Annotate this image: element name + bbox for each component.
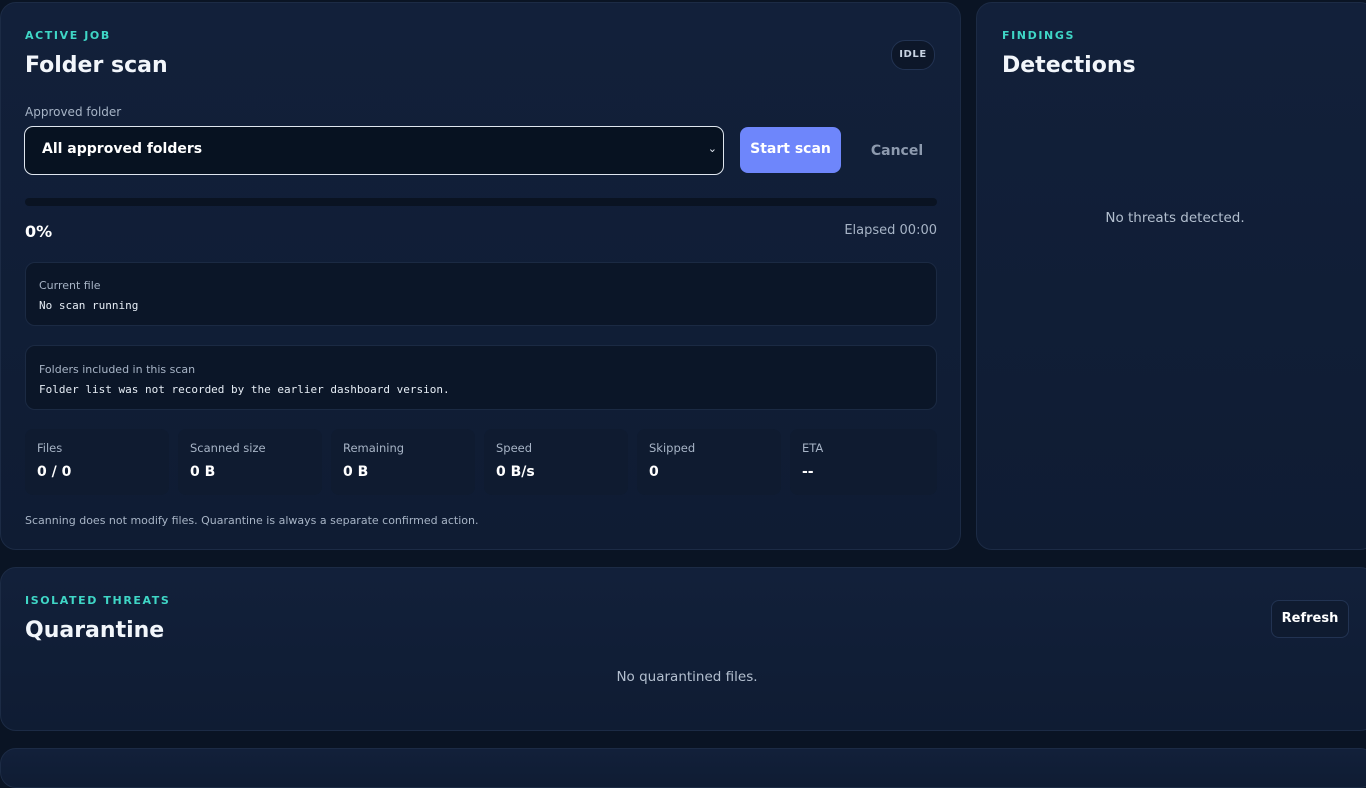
folder-select[interactable]: All approved folders ⌄: [24, 126, 724, 175]
stat-label: Remaining: [343, 441, 405, 455]
detections-card: FINDINGS Detections No threats detected.: [976, 2, 1366, 550]
findings-title: Detections: [1002, 53, 1136, 78]
progress-percent: 0%: [25, 222, 53, 241]
stat-value: --: [802, 464, 814, 480]
stat-value: 0 B/s: [496, 464, 535, 480]
quarantine-title: Quarantine: [25, 618, 165, 643]
elapsed-time: Elapsed 00:00: [844, 223, 937, 238]
current-file-label: Current file: [39, 279, 101, 292]
stat-value: 0: [649, 464, 659, 480]
findings-eyebrow: FINDINGS: [1002, 29, 1075, 42]
quarantine-eyebrow: ISOLATED THREATS: [25, 594, 171, 607]
stat-remaining: Remaining 0 B: [331, 429, 475, 495]
scan-eyebrow: ACTIVE JOB: [25, 29, 111, 42]
current-file-value: No scan running: [39, 299, 139, 312]
status-badge: IDLE: [891, 40, 935, 70]
refresh-button[interactable]: Refresh: [1271, 600, 1349, 638]
stat-scanned-size: Scanned size 0 B: [178, 429, 322, 495]
next-section-card: [0, 748, 1366, 788]
stat-files: Files 0 / 0: [25, 429, 169, 495]
folder-scan-card: ACTIVE JOB Folder scan IDLE Approved fol…: [0, 2, 961, 550]
chevron-down-icon: ⌄: [707, 142, 717, 155]
stat-skipped: Skipped 0: [637, 429, 781, 495]
start-scan-button[interactable]: Start scan: [740, 127, 841, 173]
folder-label: Approved folder: [25, 105, 122, 119]
stat-label: Files: [37, 441, 63, 455]
folder-select-value: All approved folders: [42, 141, 203, 157]
stat-eta: ETA --: [790, 429, 937, 495]
current-file-box: Current file No scan running: [25, 262, 937, 326]
folders-label: Folders included in this scan: [39, 363, 196, 376]
stat-speed: Speed 0 B/s: [484, 429, 628, 495]
stat-value: 0 B: [190, 464, 216, 480]
cancel-button[interactable]: Cancel: [861, 143, 933, 159]
stat-label: Speed: [496, 441, 533, 455]
quarantine-empty: No quarantined files.: [616, 669, 758, 685]
detections-empty: No threats detected.: [1105, 210, 1245, 226]
scan-title: Folder scan: [25, 53, 168, 78]
stat-label: Skipped: [649, 441, 696, 455]
progress-bar: [25, 198, 937, 206]
stat-value: 0 B: [343, 464, 369, 480]
stat-label: Scanned size: [190, 441, 266, 455]
folders-value: Folder list was not recorded by the earl…: [39, 383, 450, 396]
quarantine-card: ISOLATED THREATS Quarantine Refresh No q…: [0, 567, 1366, 731]
stat-value: 0 / 0: [37, 464, 72, 480]
scan-note: Scanning does not modify files. Quaranti…: [25, 514, 479, 527]
folders-box: Folders included in this scan Folder lis…: [25, 345, 937, 410]
stat-label: ETA: [802, 441, 824, 455]
